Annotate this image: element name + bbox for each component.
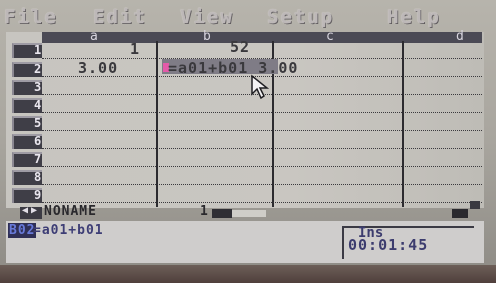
cell-b1[interactable]: 52: [230, 38, 250, 56]
row-divider: [42, 112, 482, 113]
row-header-2[interactable]: 2: [12, 62, 42, 77]
row-divider: [42, 130, 482, 131]
row-header-4[interactable]: 4: [12, 98, 42, 113]
row-number: 3: [34, 80, 42, 94]
menu-file[interactable]: File: [4, 6, 58, 28]
menu-view[interactable]: View: [180, 6, 234, 28]
cell-a2[interactable]: 3.00: [78, 59, 118, 77]
horizontal-scroll-track[interactable]: [232, 210, 266, 217]
screen: File Edit View Setup Help a b c d 1 2 3 …: [0, 0, 496, 283]
row-divider: [42, 202, 482, 203]
formula-status-panel: B02 =a01+b01 Ins 00:01:45: [6, 221, 484, 263]
column-header-c[interactable]: c: [326, 29, 334, 44]
scroll-right-button[interactable]: [452, 209, 468, 218]
row-number: 9: [34, 188, 42, 202]
row-divider: [42, 166, 482, 167]
spreadsheet-grid: a b c d 1 2 3 4 5 6 7 8 9 1 52 3.00 =a01…: [6, 29, 484, 208]
row-number: 6: [34, 134, 42, 148]
mouse-pointer-icon: [251, 74, 270, 100]
row-header-6[interactable]: 6: [12, 134, 42, 149]
prev-sheet-icon[interactable]: ◀: [22, 205, 28, 216]
sheet-name-tab[interactable]: NONAME: [44, 204, 97, 219]
menu-setup[interactable]: Setup: [267, 6, 334, 28]
monitor-bezel: [0, 265, 496, 283]
sheet-tab-bar: ◀ ▶ NONAME 1: [20, 204, 484, 220]
row-number: 8: [34, 170, 42, 184]
row-number: 7: [34, 152, 42, 166]
row-number: 5: [34, 116, 42, 130]
sheet-number: 1: [200, 204, 208, 219]
clock: 00:01:45: [348, 236, 429, 254]
cell-b2[interactable]: =a01+b01 3.00: [168, 59, 298, 77]
column-header-b[interactable]: b: [203, 29, 211, 44]
next-sheet-icon[interactable]: ▶: [31, 205, 37, 216]
row-headers: 1 2 3 4 5 6 7 8 9: [6, 41, 42, 205]
row-header-1[interactable]: 1: [12, 43, 42, 58]
row-header-3[interactable]: 3: [12, 80, 42, 95]
row-header-5[interactable]: 5: [12, 116, 42, 131]
row-header-9[interactable]: 9: [12, 188, 42, 203]
row-number: 2: [34, 62, 42, 76]
row-header-8[interactable]: 8: [12, 170, 42, 185]
row-header-7[interactable]: 7: [12, 152, 42, 167]
horizontal-scroll-thumb[interactable]: [212, 209, 232, 218]
row-divider: [42, 184, 482, 185]
column-header-a[interactable]: a: [90, 29, 98, 44]
cell-a1[interactable]: 1: [130, 40, 140, 58]
formula-bar[interactable]: =a01+b01: [33, 223, 104, 238]
row-number: 4: [34, 98, 42, 112]
column-header-bar: a b c d: [42, 29, 482, 44]
row-number: 1: [34, 43, 42, 57]
column-divider: [402, 41, 404, 207]
column-divider: [156, 41, 158, 207]
row-divider: [42, 148, 482, 149]
menu-edit[interactable]: Edit: [93, 6, 147, 28]
menu-help[interactable]: Help: [387, 6, 441, 28]
column-header-d[interactable]: d: [456, 29, 464, 44]
sheet-nav-buttons[interactable]: ◀ ▶: [20, 205, 42, 219]
